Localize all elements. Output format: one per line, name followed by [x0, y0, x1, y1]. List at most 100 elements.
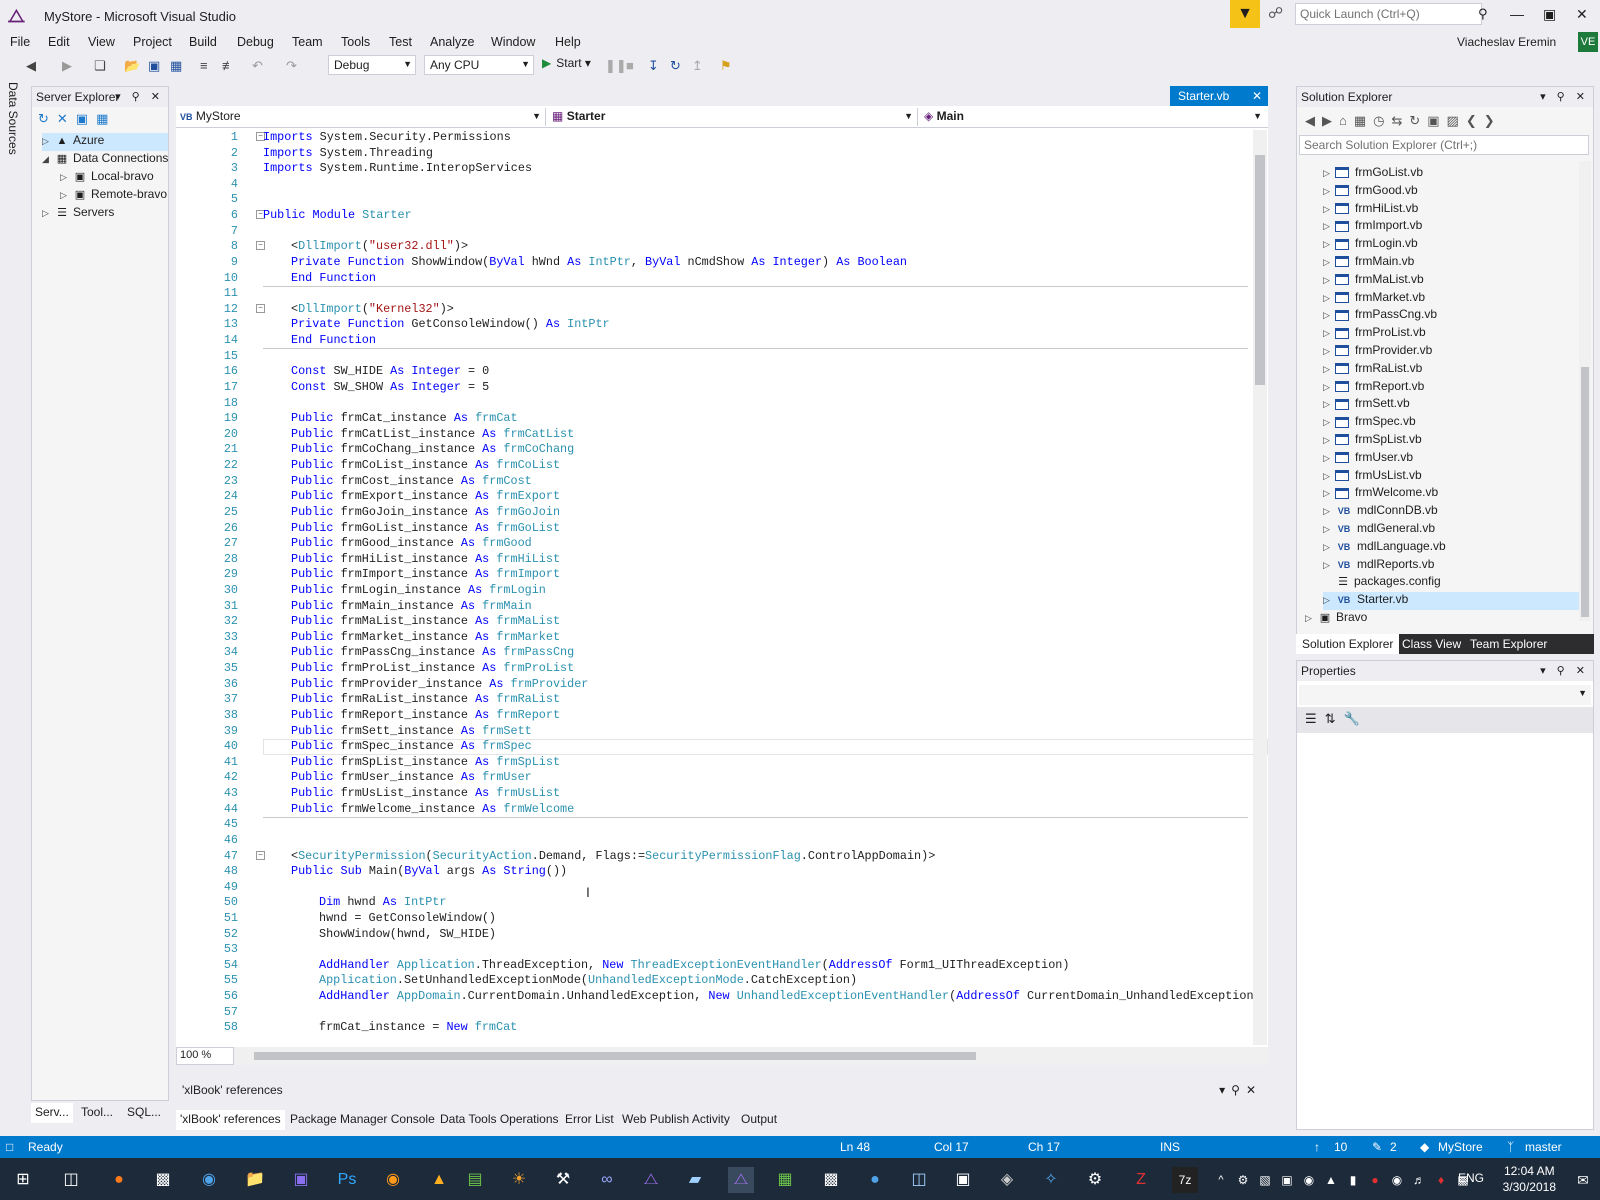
code-line[interactable]: 29 Public frmImport_instance As frmImport	[176, 567, 1268, 583]
infinity-icon[interactable]: ∞	[594, 1167, 620, 1193]
code-line[interactable]: 7	[176, 224, 1268, 240]
data-sources-tab[interactable]: Data Sources	[6, 82, 20, 155]
code-line[interactable]: 5	[176, 192, 1268, 208]
code-line[interactable]: 43 Public frmUsList_instance As frmUsList	[176, 786, 1268, 802]
new-project-icon[interactable]: ❏	[94, 58, 106, 74]
solution-configuration-select[interactable]: Debug ▼	[328, 55, 416, 75]
code-line[interactable]: 58 frmCat_instance = New frmCat	[176, 1020, 1268, 1036]
menu-build[interactable]: Build	[189, 35, 217, 49]
expand-arrow-icon[interactable]: ▷	[60, 190, 72, 201]
panel-buttons[interactable]: ▾ ⚲ ✕	[115, 90, 164, 103]
menu-tools[interactable]: Tools	[341, 35, 370, 49]
app-icon[interactable]: ▣	[950, 1167, 976, 1193]
repository-name[interactable]: MyStore	[1438, 1140, 1483, 1154]
code-line[interactable]: 47 − <SecurityPermission(SecurityAction.De…	[176, 849, 1268, 865]
solution-explorer-toolbar[interactable]: ◀▶⌂▦◷⇆↻▣▨❮❯	[1297, 111, 1593, 133]
code-line[interactable]: 39 Public frmSett_instance As frmSett	[176, 724, 1268, 740]
code-line[interactable]: 25 Public frmGoJoin_instance As frmGoJoin	[176, 505, 1268, 521]
code-line[interactable]: 50 Dim hwnd As IntPtr	[176, 895, 1268, 911]
app-icon[interactable]: ▰	[682, 1167, 708, 1193]
code-line[interactable]: 13 Private Function GetConsoleWindow() As…	[176, 317, 1268, 333]
solution-tree-item[interactable]: ▷ ▣ Bravo	[1305, 610, 1581, 628]
server-tree-item[interactable]: ▷ ▲ Azure	[42, 133, 168, 151]
solution-tree-item[interactable]: ▷ VB Starter.vb	[1323, 592, 1581, 611]
expand-arrow-icon[interactable]: ▷	[1323, 204, 1335, 215]
solution-tree-item[interactable]: ▷ VB mdlLanguage.vb	[1323, 539, 1581, 557]
input-language[interactable]: ENG	[1458, 1171, 1484, 1185]
code-line[interactable]: 3 Imports System.Runtime.InteropServices	[176, 161, 1268, 177]
tab-solution-explorer[interactable]: Solution Explorer	[1296, 634, 1400, 654]
app-icon[interactable]: ◫	[906, 1167, 932, 1193]
alphabetical-icon[interactable]: ⇅	[1325, 711, 1344, 726]
stop-icon[interactable]: ■	[626, 58, 634, 73]
code-line[interactable]: 2 Imports System.Threading	[176, 146, 1268, 162]
solution-tree-item[interactable]: ▷ frmGoList.vb	[1323, 165, 1581, 183]
firefox-icon[interactable]: ●	[106, 1167, 132, 1193]
solution-tree-item[interactable]: ▷ frmWelcome.vb	[1323, 485, 1581, 503]
app-icon[interactable]: ▲	[426, 1167, 452, 1193]
code-line[interactable]: 4	[176, 177, 1268, 193]
visual-studio-active-icon[interactable]: ⧍	[728, 1167, 754, 1193]
step-over-icon[interactable]: ↻	[670, 58, 681, 74]
pending-changes-count[interactable]: 2	[1390, 1140, 1397, 1154]
server-tree-item[interactable]: ▷ ▣ Local-bravo	[60, 169, 168, 187]
code-line[interactable]: 45	[176, 817, 1268, 833]
save-icon[interactable]: ▣	[148, 58, 160, 74]
code-line[interactable]: 20 Public frmCatList_instance As frmCatLi…	[176, 427, 1268, 443]
member-dropdown[interactable]: ◈ Main ▼	[920, 108, 1266, 126]
undo-icon[interactable]: ↶	[252, 58, 263, 74]
zoom-level-select[interactable]: 100 %	[176, 1047, 234, 1065]
quick-launch-input[interactable]: Quick Launch (Ctrl+Q)	[1295, 3, 1482, 25]
menu-debug[interactable]: Debug	[237, 35, 274, 49]
code-line[interactable]: 18	[176, 396, 1268, 412]
code-line[interactable]: 32 Public frmMaList_instance As frmMaList	[176, 614, 1268, 630]
solution-tree-item[interactable]: ▷ frmUser.vb	[1323, 450, 1581, 468]
menu-edit[interactable]: Edit	[48, 35, 70, 49]
expand-arrow-icon[interactable]: ▷	[1323, 328, 1335, 339]
categorized-icon[interactable]: ☰	[1305, 711, 1325, 726]
solution-tree-item[interactable]: ▷ frmGood.vb	[1323, 183, 1581, 201]
code-line[interactable]: 37 Public frmRaList_instance As frmRaList	[176, 692, 1268, 708]
avatar[interactable]: VE	[1578, 32, 1598, 52]
arrow-up-icon[interactable]: ↑	[1314, 1140, 1320, 1154]
menu-file[interactable]: File	[10, 35, 30, 49]
code-line[interactable]: 15	[176, 349, 1268, 365]
close-button[interactable]: ✕	[1576, 6, 1588, 23]
code-line[interactable]: 48 Public Sub Main(ByVal args As String()…	[176, 864, 1268, 880]
app-icon[interactable]: ◈	[994, 1167, 1020, 1193]
server-tree-item[interactable]: ▷ ▣ Remote-bravo	[60, 187, 168, 205]
redo-icon[interactable]: ↷	[286, 58, 297, 74]
open-folder-icon[interactable]: 📂	[124, 58, 140, 74]
code-line[interactable]: 19 Public frmCat_instance As frmCat	[176, 411, 1268, 427]
tab-error-list[interactable]: Error List	[561, 1110, 618, 1130]
expand-arrow-icon[interactable]: ▷	[42, 208, 54, 219]
property-pages-icon[interactable]: 🔧	[1344, 711, 1368, 726]
clock[interactable]: 12:04 AM 3/30/2018	[1503, 1163, 1556, 1195]
expand-arrow-icon[interactable]: ▷	[1323, 524, 1335, 535]
tab-output[interactable]: Output	[737, 1110, 781, 1130]
maximize-button[interactable]: ▣	[1543, 6, 1556, 23]
solution-tree-item[interactable]: ▷ frmProList.vb	[1323, 325, 1581, 343]
expand-arrow-icon[interactable]: ▷	[1323, 257, 1335, 268]
tab-web-publish-activity[interactable]: Web Publish Activity	[618, 1110, 734, 1130]
solution-tree-item[interactable]: ☰ packages.config	[1323, 574, 1581, 592]
collapse-toggle-icon[interactable]: −	[256, 303, 265, 313]
solution-tree-item[interactable]: ▷ frmUsList.vb	[1323, 468, 1581, 486]
code-line[interactable]: 35 Public frmProList_instance As frmProLi…	[176, 661, 1268, 677]
properties-toolbar[interactable]: ☰⇅🔧	[1297, 707, 1593, 733]
menu-project[interactable]: Project	[133, 35, 172, 49]
unpublished-commits-count[interactable]: 10	[1334, 1140, 1347, 1154]
expand-arrow-icon[interactable]: ◢	[42, 154, 54, 165]
collapse-toggle-icon[interactable]: −	[256, 241, 265, 251]
code-line[interactable]: 56 AddHandler AppDomain.CurrentDomain.Unh…	[176, 989, 1268, 1005]
solution-tree-item[interactable]: ▷ frmImport.vb	[1323, 218, 1581, 236]
expand-arrow-icon[interactable]: ▷	[1323, 168, 1335, 179]
code-line[interactable]: 53	[176, 942, 1268, 958]
step-out-icon[interactable]: ↥	[692, 58, 703, 74]
expand-arrow-icon[interactable]: ▷	[60, 172, 72, 183]
tab-package-manager-console[interactable]: Package Manager Console	[286, 1110, 439, 1130]
expand-arrow-icon[interactable]: ▷	[1323, 453, 1335, 464]
windows-start-icon[interactable]: ⊞	[10, 1167, 36, 1193]
solution-tree-item[interactable]: ▷ VB mdlGeneral.vb	[1323, 521, 1581, 539]
solution-tree-item[interactable]: ▷ frmMaList.vb	[1323, 272, 1581, 290]
